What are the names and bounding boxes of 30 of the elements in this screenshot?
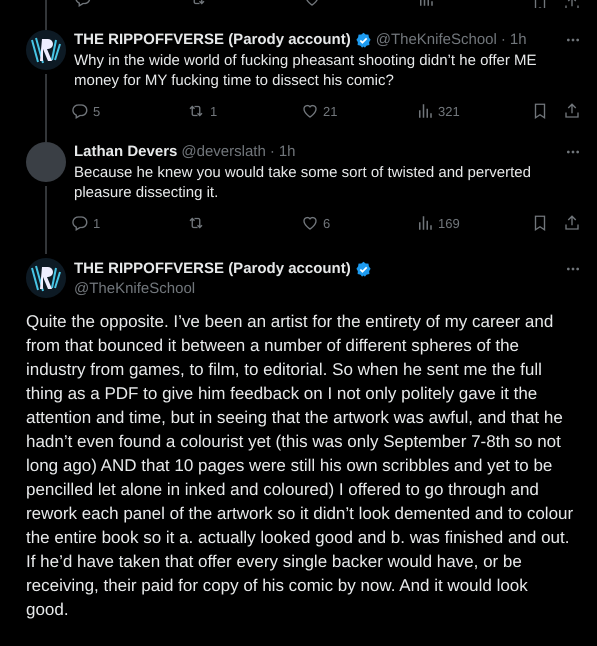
post-time[interactable]: 1h bbox=[510, 30, 527, 50]
reply-text: Why in the wide world of fucking pheasant shooting didn’t he offer ME money for MY fucking time to dissect his comic? bbox=[74, 51, 538, 91]
logo-avatar[interactable] bbox=[26, 30, 66, 70]
views-count: 321 bbox=[438, 104, 460, 118]
author-name[interactable]: THE RIPPOFFVERSE (Parody account) bbox=[74, 259, 351, 279]
reply-icon[interactable] bbox=[71, 214, 89, 232]
share-icon[interactable] bbox=[563, 102, 581, 120]
author-name[interactable]: THE RIPPOFFVERSE (Parody account) bbox=[74, 30, 351, 50]
reposts-count: 1 bbox=[210, 104, 218, 118]
views-icon[interactable] bbox=[416, 102, 434, 120]
views-count: 169 bbox=[438, 216, 460, 230]
author-name[interactable]: Lathan Devers bbox=[74, 142, 178, 162]
likes-count: 21 bbox=[323, 104, 338, 118]
logo-avatar[interactable] bbox=[26, 258, 66, 298]
author-handle[interactable]: @deverslath bbox=[181, 142, 266, 162]
separator-dot: · bbox=[500, 30, 506, 50]
heart-icon[interactable] bbox=[301, 102, 319, 120]
post-time[interactable]: 1h bbox=[278, 142, 296, 162]
reply-icon[interactable] bbox=[71, 102, 89, 120]
share-icon[interactable] bbox=[563, 214, 581, 232]
replies-count: 5 bbox=[93, 104, 100, 118]
likes-count: 6 bbox=[323, 216, 330, 230]
reply-text: Because he knew you would take some sort of twisted and perverted pleasure dissecting it. bbox=[74, 163, 532, 203]
author-handle[interactable]: @TheKnifeSchool bbox=[74, 279, 196, 299]
author-handle[interactable]: @TheKnifeSchool bbox=[376, 30, 497, 50]
heart-icon[interactable] bbox=[301, 214, 319, 232]
separator-dot: · bbox=[270, 142, 275, 162]
views-icon[interactable] bbox=[416, 214, 434, 232]
post-text: Quite the opposite. I’ve been an artist for the entirety of my career and from that bounced it between a number of different spheres of the industry from games, to film, to editorial. So when he sent me the full thing as a PDF to give him feedback on I not only politely gave it the attention and time, but in seeing that the artwork was awful, and that he hadn’t even found a colourist yet (this was only September 7-8th so not long ago) AND that 10 pages were still his own scribbles and yet to be pencilled let alone in inked and coloured) I offered to go through and rework each panel of the artwork so it didn’t look demented and to colour the entire book so it a. actually looked good and b. was finished and out. If he’d have taken that offer every single backer would have, or be receiving, their paid for copy of his comic by now. And it would look good. bbox=[26, 311, 574, 621]
replies-count: 1 bbox=[93, 216, 100, 230]
